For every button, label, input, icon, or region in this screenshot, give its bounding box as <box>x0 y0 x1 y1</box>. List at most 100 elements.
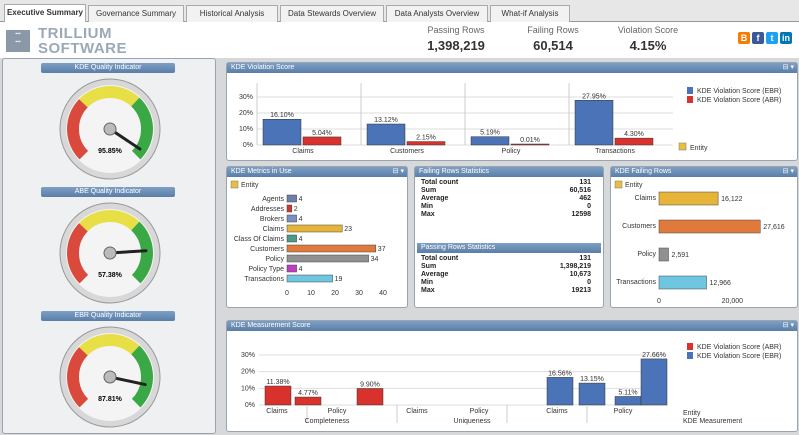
bar-value-label: 27.66% <box>642 352 666 359</box>
bar <box>262 118 302 146</box>
bar-value-label: 16.56% <box>548 370 572 377</box>
bar-value-label: 19 <box>335 276 343 283</box>
x-tick-label: 40 <box>379 290 387 297</box>
failing-rows-title: KDE Failing Rows ⊟ ▾ <box>611 167 797 177</box>
gauge-hub <box>103 370 117 384</box>
blogger-icon[interactable]: B <box>738 32 750 44</box>
entity-icon <box>678 142 687 151</box>
bar-value-label: 16.10% <box>270 112 294 119</box>
bar <box>366 123 406 146</box>
x-tick-label: 10 <box>307 290 315 297</box>
tab-historical-analysis[interactable]: Historical Analysis <box>186 5 278 22</box>
category-label: Claims <box>292 148 314 155</box>
legend-label: KDE Violation Score (EBR) <box>697 353 781 360</box>
bar-value-label: 2,591 <box>672 252 690 259</box>
bar <box>286 194 297 203</box>
entity-icon <box>614 180 623 189</box>
violation-score-title: KDE Violation Score ⊟ ▾ <box>227 63 797 73</box>
bar <box>264 385 292 406</box>
measurement-chart: 30% 20% 10% 0% 11.38% 4.77% 9.90% 16.56% 13.15% 5… <box>241 343 781 425</box>
measurement-title: KDE Measurement Score ⊟ ▾ <box>227 321 797 331</box>
bar <box>470 136 510 146</box>
panel-menu-icon[interactable]: ⊟ ▾ <box>783 63 794 73</box>
category-label: Customers <box>390 148 424 155</box>
bar-value-label: 11.38% <box>266 379 289 386</box>
bar <box>546 377 574 406</box>
bar <box>294 396 322 406</box>
bar <box>356 388 384 406</box>
tab-data-analysts-overview[interactable]: Data Analysts Overview <box>386 5 488 22</box>
category-label: Customers <box>622 223 656 230</box>
category-label: Policy <box>614 408 633 415</box>
metrics-chart: EntityAgents 4 Addresses 2 Brokers 4 Claims 23 C… <box>230 180 387 297</box>
x-tick-label: 0 <box>285 290 289 297</box>
category-label: Policy <box>265 256 284 263</box>
bar <box>286 254 369 263</box>
bar-value-label: 13.12% <box>374 117 398 124</box>
legend-swatch <box>687 87 693 94</box>
bar-value-label: 0.01% <box>520 137 540 144</box>
y-tick-label: 10% <box>241 385 255 392</box>
metrics-title: KDE Metrics in Use ⊟ ▾ <box>227 167 407 177</box>
bar-value-label: 4 <box>299 216 303 223</box>
x-tick-label: 0 <box>657 298 661 305</box>
bar <box>286 224 343 233</box>
entity-label: Entity <box>690 145 708 152</box>
axis-label: Entity <box>683 410 701 417</box>
bar <box>614 137 654 146</box>
legend-label: KDE Violation Score (ABR) <box>697 97 781 104</box>
logo-icon: ▪▪▪ ▪▪▪ <box>6 30 30 52</box>
y-tick-label: 10% <box>239 126 253 133</box>
y-tick-label: 0% <box>243 142 253 149</box>
twitter-icon[interactable]: t <box>766 32 778 44</box>
category-label: Transactions <box>616 279 656 286</box>
tab-data-stewards-overview[interactable]: Data Stewards Overview <box>280 5 384 22</box>
facebook-icon[interactable]: f <box>752 32 764 44</box>
category-label: Policy <box>637 251 656 258</box>
gauge-hub <box>103 122 117 136</box>
bar-value-label: 13.15% <box>580 376 604 383</box>
bar-value-label: 2 <box>294 206 298 213</box>
bar <box>510 143 550 146</box>
category-label: Claims <box>406 408 428 415</box>
quality-gauge-3: 87.81% <box>59 326 161 428</box>
gauge-hub <box>103 246 117 260</box>
legend-swatch <box>687 352 693 359</box>
linkedin-icon[interactable]: in <box>780 32 792 44</box>
bar-value-label: 4.77% <box>298 390 318 397</box>
bar <box>574 100 614 146</box>
panel-menu-icon[interactable]: ⊟ ▾ <box>783 321 794 331</box>
group-label: Uniqueness <box>454 418 491 425</box>
tab-what-if-analysis[interactable]: What-if Analysis <box>490 5 570 22</box>
y-tick-label: 30% <box>239 94 253 101</box>
tab-executive-summary[interactable]: Executive Summary <box>4 4 86 23</box>
stat-row: Max 12598 <box>421 211 591 218</box>
category-label: Agents <box>262 196 284 203</box>
bar <box>302 136 342 146</box>
quality-gauge-1: 95.85% <box>59 78 161 180</box>
passing-stats-title: Passing Rows Statistics <box>417 243 601 253</box>
bar-value-label: 9.90% <box>360 382 380 389</box>
bar <box>614 396 642 406</box>
x-tick-label: 30 <box>355 290 363 297</box>
bar <box>286 204 293 213</box>
bar-value-label: 4.30% <box>624 131 644 138</box>
measurement-panel: KDE Measurement Score ⊟ ▾ 30% 20% 10% 0% 11.3… <box>226 320 798 432</box>
legend-label: KDE Violation Score (EBR) <box>697 88 781 95</box>
panel-menu-icon[interactable]: ⊟ ▾ <box>393 167 404 177</box>
metrics-panel: KDE Metrics in Use ⊟ ▾ Entity Agents 4 Addre… <box>226 166 408 308</box>
bar <box>286 234 297 243</box>
entity-icon <box>230 180 239 189</box>
panel-menu-icon[interactable]: ⊟ ▾ <box>783 167 794 177</box>
category-label: Transactions <box>595 148 635 155</box>
gauge-value: 87.81% <box>98 396 123 403</box>
bar <box>286 214 297 223</box>
bar-value-label: 5.11% <box>618 389 637 396</box>
y-tick-label: 30% <box>241 352 255 359</box>
axis-label: KDE Measurement <box>683 418 742 425</box>
tab-governance-summary[interactable]: Governance Summary <box>88 5 184 22</box>
bar-value-label: 34 <box>371 256 379 263</box>
category-label: Transactions <box>244 276 284 283</box>
bar <box>640 358 668 406</box>
violation-score-value: 4.15% <box>629 38 667 53</box>
